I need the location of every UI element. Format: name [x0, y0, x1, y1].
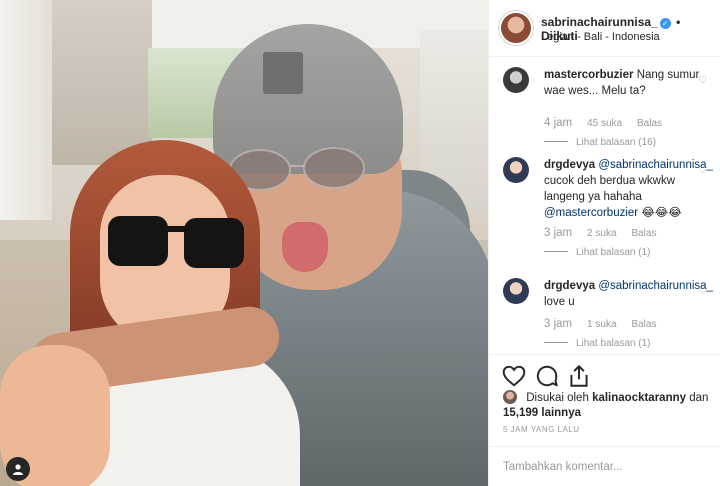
woman-sunglasses — [108, 216, 244, 268]
comment-heart-icon[interactable]: ♡ — [698, 286, 707, 297]
comment-body: love u — [544, 296, 575, 308]
comment-reply-button[interactable]: Balas — [637, 118, 662, 129]
replies-divider — [544, 141, 568, 142]
post-side-panel: sabrinachairunnisa_ ✓ • Diikuti Legian - … — [488, 0, 720, 486]
commenter-avatar[interactable] — [503, 278, 529, 304]
liked-by-and: dan — [689, 392, 709, 404]
post-header: sabrinachairunnisa_ ✓ • Diikuti Legian - … — [489, 0, 720, 57]
post-location[interactable]: Legian - Bali - Indonesia — [541, 31, 660, 43]
post-timestamp[interactable]: 5 JAM YANG LALU — [503, 425, 580, 434]
tagged-user-button[interactable] — [6, 457, 30, 481]
comment-text: mastercorbuzier Nang sumur wae wes... Me… — [544, 67, 714, 99]
liked-by-count[interactable]: 15,199 lainnya — [503, 407, 581, 419]
view-replies[interactable]: Lihat balasan (1) — [544, 247, 651, 258]
liker-avatar[interactable] — [503, 390, 517, 404]
share-icon[interactable] — [566, 363, 592, 389]
liked-by-prefix: Disukai oleh — [526, 392, 589, 404]
comment-emoji: 😂😂😂 — [641, 207, 682, 219]
comment-mention[interactable]: @sabrinachairunnisa_ — [598, 280, 713, 292]
comment-heart-icon[interactable]: ♡ — [698, 165, 707, 176]
comment-likes[interactable]: 45 suka — [587, 118, 622, 129]
commenter-avatar[interactable] — [503, 67, 529, 93]
comment-body: cucok deh berdua wkwkw langeng ya hahaha — [544, 175, 676, 203]
comment-time[interactable]: 3 jam — [544, 318, 572, 330]
comment-mention[interactable]: @mastercorbuzier — [544, 207, 638, 219]
view-replies-label: Lihat balasan (1) — [576, 338, 651, 349]
comment-reply-button[interactable]: Balas — [631, 228, 656, 239]
comment-text: drgdevya @sabrinachairunnisa_ cucok deh … — [544, 157, 714, 221]
comment-username[interactable]: drgdevya — [544, 280, 595, 292]
comment-item: drgdevya @sabrinachairunnisa_ cucok deh … — [489, 157, 720, 262]
post-photo[interactable] — [0, 0, 488, 486]
add-comment-placeholder[interactable]: Tambahkan komentar... — [503, 461, 623, 473]
comment-meta: 3 jam 2 suka Balas — [544, 227, 668, 239]
add-comment-field[interactable]: Tambahkan komentar... — [489, 446, 720, 486]
comment-mention[interactable]: @sabrinachairunnisa_ — [598, 159, 713, 171]
comment-time[interactable]: 3 jam — [544, 227, 572, 239]
man-mouth — [282, 222, 328, 272]
replies-divider — [544, 251, 568, 252]
follow-separator: • — [676, 15, 681, 29]
comment-heart-icon[interactable]: ♡ — [698, 75, 707, 86]
comment-meta: 3 jam 1 suka Balas — [544, 318, 668, 330]
user-icon — [13, 464, 23, 475]
comment-item: drgdevya @sabrinachairunnisa_ love u ♡ 3… — [489, 278, 720, 354]
comment-reply-button[interactable]: Balas — [631, 319, 656, 330]
comment-username[interactable]: drgdevya — [544, 159, 595, 171]
commenter-avatar[interactable] — [503, 157, 529, 183]
view-replies[interactable]: Lihat balasan (1) — [544, 338, 651, 349]
view-replies-label: Lihat balasan (1) — [576, 247, 651, 258]
comment-text: drgdevya @sabrinachairunnisa_ love u — [544, 278, 714, 310]
heart-icon[interactable] — [501, 363, 527, 389]
comment-time[interactable]: 4 jam — [544, 117, 572, 129]
liked-by-user[interactable]: kalinaocktaranny — [592, 392, 686, 404]
comment-item: mastercorbuzier Nang sumur wae wes... Me… — [489, 67, 720, 148]
replies-divider — [544, 342, 568, 343]
comment-username[interactable]: mastercorbuzier — [544, 69, 633, 81]
verified-badge-icon: ✓ — [659, 18, 671, 29]
cap-logo — [263, 52, 303, 94]
comments-list[interactable]: mastercorbuzier Nang sumur wae wes... Me… — [489, 57, 720, 354]
comment-likes[interactable]: 2 suka — [587, 228, 616, 239]
author-username[interactable]: sabrinachairunnisa_ — [541, 15, 658, 29]
comment-icon[interactable] — [534, 363, 560, 389]
liked-by: Disukai oleh kalinaocktaranny dan 15,199… — [503, 390, 713, 421]
view-replies-label: Lihat balasan (16) — [576, 137, 657, 148]
photo-pillar — [0, 0, 52, 220]
comment-meta: 4 jam 45 suka Balas — [544, 117, 674, 129]
view-replies[interactable]: Lihat balasan (16) — [544, 137, 656, 148]
comment-likes[interactable]: 1 suka — [587, 319, 616, 330]
author-avatar[interactable] — [501, 13, 531, 43]
